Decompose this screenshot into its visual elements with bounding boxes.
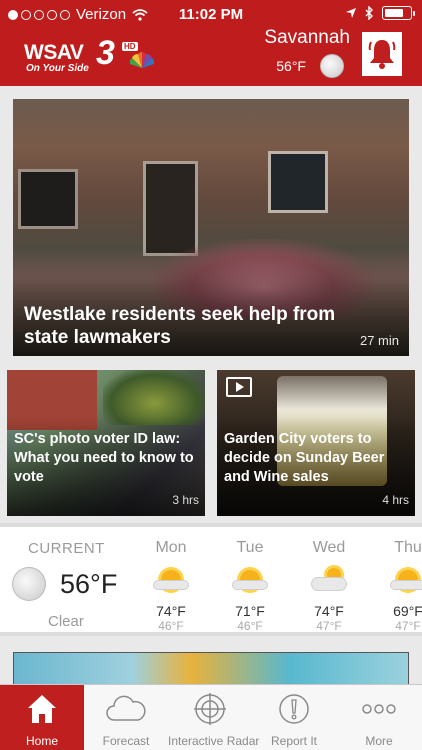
weather-alert-button[interactable] [362,32,402,76]
tab-bar: Home Forecast Interactive Radar Report I… [0,684,422,750]
story-age: 27 min [359,333,399,348]
tab-interactive-radar[interactable]: Interactive Radar [168,685,259,750]
current-conditions[interactable]: CURRENT 56°F Clear [0,527,128,636]
story-age: 4 hrs [382,493,409,507]
story-age: 3 hrs [172,493,199,507]
cloud-sun-icon [309,565,349,595]
more-icon [362,704,396,714]
tab-more[interactable]: More [336,685,422,750]
sun-cloud-icon [230,565,270,595]
location-city[interactable]: Savannah [264,27,350,49]
cloud-icon [106,695,146,721]
weather-strip[interactable]: CURRENT 56°F Clear Mon 74°F 46°F Tue 71°… [0,523,422,636]
story-headline: Garden City voters to decide on Sunday B… [224,431,385,485]
current-condition: Clear [48,613,84,630]
story-headline: Westlake residents seek help from state … [24,304,336,348]
radar-icon [194,693,226,725]
forecast-day[interactable]: Mon 74°F 46°F [140,527,202,636]
current-temperature: 56°F [60,569,118,599]
bluetooth-icon [365,6,373,20]
tab-forecast[interactable]: Forecast [84,685,168,750]
sun-cloud-icon [151,565,191,595]
moon-icon [320,54,344,78]
story-headline: SC's photo voter ID law: What you need t… [14,431,194,485]
home-icon [28,695,56,723]
tab-home[interactable]: Home [0,685,84,750]
story-card-sunday-sales[interactable]: Garden City voters to decide on Sunday B… [217,370,415,516]
bell-icon [368,40,396,69]
forecast-day[interactable]: Wed 74°F 47°F [298,527,360,636]
station-logo[interactable]: WSAV 3 HD On Your Side [24,34,154,76]
forecast-day[interactable]: Tue 71°F 46°F [219,527,281,636]
app-header: Verizon 11:02 PM WSAV 3 HD On Your Side [0,0,422,86]
exclamation-icon [279,694,309,724]
story-card-voter-id[interactable]: SC's photo voter ID law: What you need t… [7,370,205,516]
battery-icon [382,6,415,20]
video-icon [226,377,252,397]
sun-cloud-icon [388,565,422,595]
story-image [18,169,78,229]
tab-report-it[interactable]: Report It [252,685,336,750]
header-temperature: 56°F [276,58,306,74]
location-arrow-icon [346,8,356,18]
moon-icon [12,567,46,601]
featured-story[interactable]: Westlake residents seek help from state … [13,99,409,356]
status-bar: Verizon 11:02 PM [0,0,422,30]
forecast-day[interactable]: Thu 69°F 47°F [377,527,422,636]
peacock-icon [130,52,154,68]
